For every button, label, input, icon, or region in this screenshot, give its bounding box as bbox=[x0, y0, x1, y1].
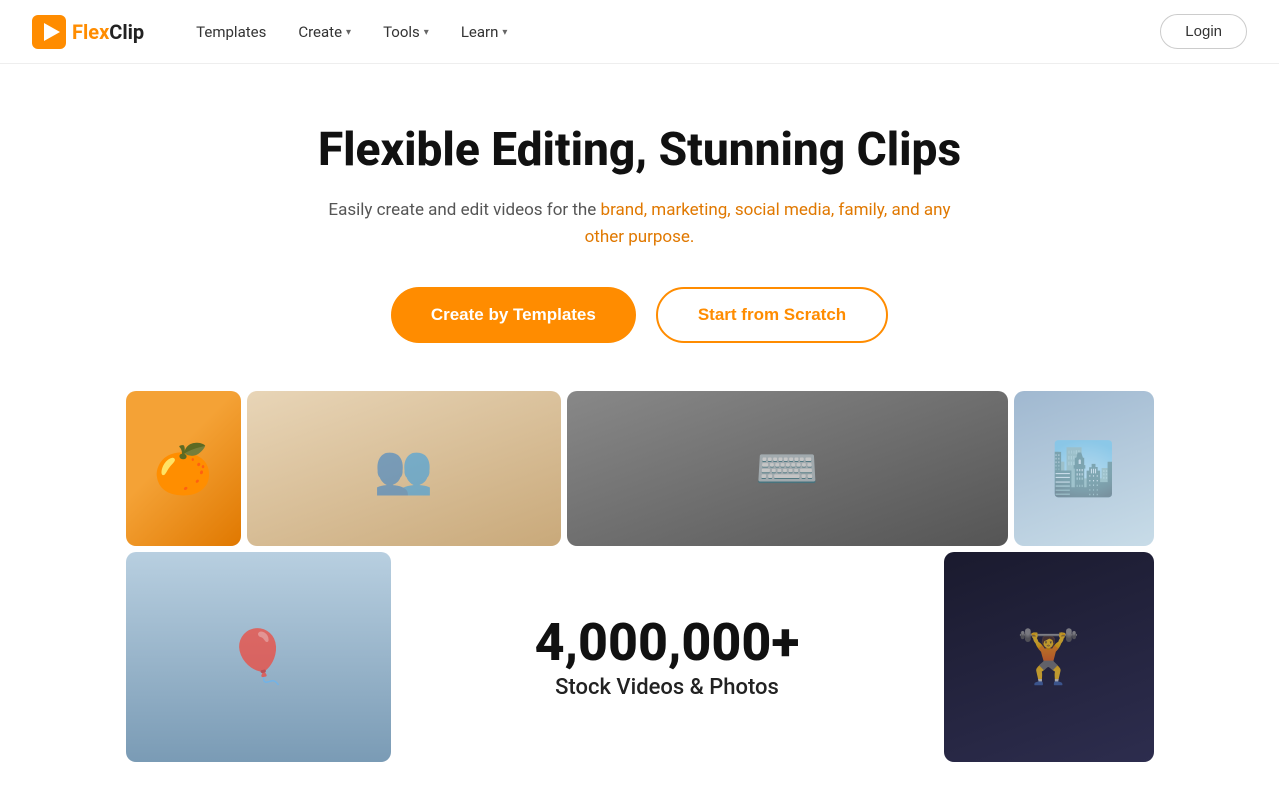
stat-label: Stock Videos & Photos bbox=[555, 675, 779, 700]
chevron-down-icon: ▾ bbox=[424, 27, 429, 38]
nav-item-learn[interactable]: Learn ▾ bbox=[449, 15, 520, 49]
navbar: FlexClip Templates Create ▾ Tools ▾ Lear… bbox=[0, 0, 1279, 64]
nav-item-create-label: Create bbox=[298, 23, 342, 41]
nav-item-learn-label: Learn bbox=[461, 23, 499, 41]
chevron-down-icon: ▾ bbox=[346, 27, 351, 38]
hero-buttons: Create by Templates Start from Scratch bbox=[20, 287, 1259, 343]
collage-image-keyboard bbox=[567, 391, 1007, 546]
logo[interactable]: FlexClip bbox=[32, 15, 144, 49]
collage-image-balloon bbox=[126, 552, 391, 762]
collage-image-building bbox=[1014, 391, 1154, 546]
media-collage: 4,000,000+ Stock Videos & Photos bbox=[110, 391, 1170, 762]
start-from-scratch-button[interactable]: Start from Scratch bbox=[656, 287, 888, 343]
collage-image-orange bbox=[126, 391, 241, 546]
hero-title: Flexible Editing, Stunning Clips bbox=[20, 124, 1259, 177]
nav-item-templates[interactable]: Templates bbox=[184, 15, 278, 49]
hero-section: Flexible Editing, Stunning Clips Easily … bbox=[0, 64, 1279, 802]
collage-image-people bbox=[247, 391, 562, 546]
login-button[interactable]: Login bbox=[1160, 14, 1247, 49]
collage-row-1 bbox=[126, 391, 1154, 546]
nav-links: Templates Create ▾ Tools ▾ Learn ▾ bbox=[184, 15, 1160, 49]
nav-item-tools-label: Tools bbox=[383, 23, 420, 41]
nav-item-create[interactable]: Create ▾ bbox=[286, 15, 363, 49]
chevron-down-icon: ▾ bbox=[502, 27, 507, 38]
logo-text: FlexClip bbox=[72, 20, 144, 44]
nav-item-tools[interactable]: Tools ▾ bbox=[371, 15, 441, 49]
flexclip-logo-icon bbox=[32, 15, 66, 49]
collage-image-athlete bbox=[944, 552, 1154, 762]
nav-item-templates-label: Templates bbox=[196, 23, 266, 41]
stats-panel: 4,000,000+ Stock Videos & Photos bbox=[397, 552, 938, 762]
create-by-templates-button[interactable]: Create by Templates bbox=[391, 287, 636, 343]
hero-subtitle: Easily create and edit videos for the br… bbox=[310, 197, 970, 251]
stat-number: 4,000,000+ bbox=[535, 614, 800, 671]
collage-row-2: 4,000,000+ Stock Videos & Photos bbox=[126, 552, 1154, 762]
hero-subtitle-highlight: brand, marketing, social media, family, … bbox=[585, 200, 951, 247]
